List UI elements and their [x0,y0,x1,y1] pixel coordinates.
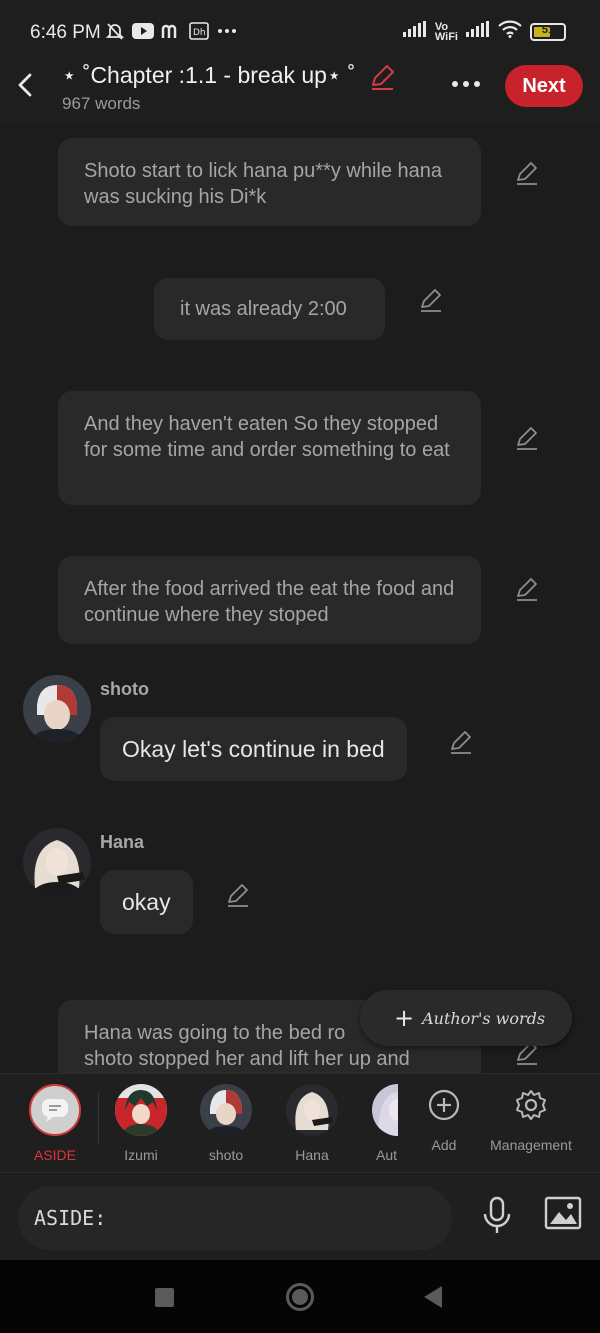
back-arrow-icon[interactable] [14,70,36,100]
more-options-icon[interactable] [448,72,484,96]
image-icon[interactable] [544,1196,582,1235]
management-button[interactable]: Management [488,1088,574,1153]
divider [98,1092,99,1144]
authors-words-button[interactable]: + Author's words [360,990,572,1046]
character-izumi[interactable]: Izumi [105,1084,177,1163]
signal-icon [466,21,490,42]
wifi-icon [498,20,522,43]
gear-icon [516,1090,546,1120]
signal-icon [402,21,427,42]
management-label: Management [490,1137,572,1153]
hana-avatar [286,1084,338,1136]
character-hana[interactable]: Hana [276,1084,348,1163]
narration-bubble[interactable]: And they haven't eaten So they stopped f… [58,391,481,505]
edit-pencil-icon[interactable] [225,882,251,908]
shoto-avatar [200,1084,252,1136]
edit-pencil-icon[interactable] [448,729,474,755]
speaker-name: Hana [100,832,145,852]
status-left-icons: Dh [104,20,238,42]
izumi-avatar [115,1084,167,1136]
speaker-name: shoto [100,679,149,699]
add-circle-icon [428,1089,460,1121]
character-label: Hana [295,1147,329,1163]
edit-pencil-icon[interactable] [514,425,540,451]
add-label: Add [431,1137,457,1153]
back-icon[interactable] [424,1286,442,1308]
character-label: shoto [208,1147,244,1163]
character-label: Aut [376,1147,398,1163]
app-icon: Dh [188,20,210,42]
edit-pencil-icon[interactable] [514,160,540,186]
microphone-icon[interactable] [480,1196,514,1241]
m-app-icon [160,20,182,42]
chapter-title[interactable]: ⋆ ˚Chapter :1.1 - break up⋆ ˚ [62,62,355,89]
character-shoto[interactable]: shoto [190,1084,262,1163]
next-button[interactable]: Next [505,65,583,107]
aut-avatar [372,1084,398,1136]
shoto-avatar[interactable] [23,675,91,743]
edit-pencil-icon[interactable] [514,576,540,602]
word-count: 967 words [62,94,141,113]
edit-pencil-icon[interactable] [418,287,444,313]
narration-bubble[interactable]: Shoto start to lick hana pu**y while han… [58,138,481,226]
hana-avatar[interactable] [23,828,91,896]
narration-bubble[interactable]: After the food arrived the eat the food … [58,556,481,644]
more-notifications-icon [216,20,238,42]
aside-text-input[interactable]: ASIDE: [18,1186,452,1250]
narration-bubble[interactable]: it was already 2:00 [154,278,385,340]
status-right-icons: Vo WiFi 51 [402,20,566,43]
character-aside[interactable]: ASIDE [19,1084,91,1163]
input-row: ASIDE: [0,1174,600,1260]
dialogue-bubble[interactable]: Okay let's continue in bed [100,717,407,781]
character-aut[interactable]: Aut [352,1084,398,1163]
add-character-button[interactable]: Add [424,1088,464,1153]
mute-bell-icon [104,20,126,42]
editor-header: ⋆ ˚Chapter :1.1 - break up⋆ ˚ 967 words … [0,60,600,124]
recents-icon[interactable] [155,1288,174,1307]
aside-chat-icon [29,1084,81,1136]
character-bar: ASIDE Izumi shoto Hana Aut Add Managemen… [0,1073,600,1173]
home-icon[interactable] [286,1283,314,1311]
vowifi-icon: Vo WiFi [434,20,458,43]
plus-icon: + [394,1004,415,1032]
status-bar: 6:46 PM Dh Vo WiFi 51 [0,0,600,60]
youtube-icon [132,20,154,42]
status-time: 6:46 PM [30,22,101,43]
character-label: ASIDE [33,1147,76,1163]
character-label: Izumi [124,1147,158,1163]
battery-icon: 51 [530,22,566,41]
edit-title-pencil-icon[interactable] [368,63,396,96]
battery-level: 51 [541,23,555,36]
svg-text:Dh: Dh [193,28,206,38]
system-nav-bar [0,1260,600,1333]
authors-words-label: Author's words [422,1008,546,1028]
dialogue-bubble[interactable]: okay [100,870,193,934]
